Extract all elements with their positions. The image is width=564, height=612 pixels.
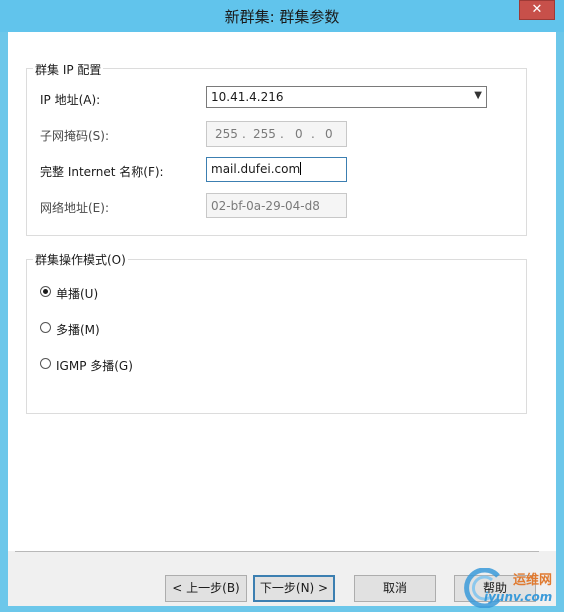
subnet-mask-field: 255 . 255 . 0 . 0	[206, 121, 347, 147]
radio-button-checked[interactable]	[40, 286, 51, 297]
subnet-dot: .	[280, 127, 284, 141]
radio-multicast-label: 多播(M)	[56, 323, 100, 337]
watermark-text: 运维网	[513, 573, 553, 588]
next-button[interactable]: 下一步(N) >	[253, 575, 335, 602]
cluster-ip-group-label: 群集 IP 配置	[33, 61, 104, 78]
subnet-mask-label: 子网掩码(S):	[40, 129, 110, 143]
back-button[interactable]: < 上一步(B)	[165, 575, 247, 602]
title-bar: 新群集: 群集参数 ✕	[0, 0, 564, 32]
subnet-dot: .	[242, 127, 246, 141]
watermark-url: iyunv.com	[484, 590, 553, 604]
subnet-octet: 255	[215, 127, 238, 141]
operation-mode-group	[26, 259, 527, 414]
cancel-button[interactable]: 取消	[354, 575, 436, 602]
subnet-octet: 0	[325, 127, 333, 141]
ip-address-label: IP 地址(A):	[40, 93, 101, 107]
fqdn-input[interactable]: mail.dufei.com	[206, 157, 347, 182]
subnet-octet: 0	[295, 127, 303, 141]
radio-button[interactable]	[40, 322, 51, 333]
network-address-label: 网络地址(E):	[40, 201, 109, 215]
fqdn-label: 完整 Internet 名称(F):	[40, 165, 164, 179]
close-button[interactable]: ✕	[519, 0, 555, 20]
text-caret	[300, 162, 302, 175]
radio-unicast-label: 单播(U)	[56, 287, 99, 301]
fqdn-value: mail.dufei.com	[211, 162, 301, 176]
subnet-dot: .	[311, 127, 315, 141]
radio-button[interactable]	[40, 358, 51, 369]
ip-address-select[interactable]: 10.41.4.216 ▼	[206, 86, 487, 108]
ip-address-value: 10.41.4.216	[211, 90, 284, 104]
radio-igmp-label: IGMP 多播(G)	[56, 359, 133, 373]
chevron-down-icon: ▼	[474, 90, 482, 101]
window-title: 新群集: 群集参数	[224, 8, 340, 26]
operation-mode-group-label: 群集操作模式(O)	[33, 251, 128, 268]
subnet-octet: 255	[253, 127, 276, 141]
close-icon: ✕	[531, 2, 543, 17]
network-address-field: 02-bf-0a-29-04-d8	[206, 193, 347, 218]
footer-divider	[15, 551, 539, 552]
